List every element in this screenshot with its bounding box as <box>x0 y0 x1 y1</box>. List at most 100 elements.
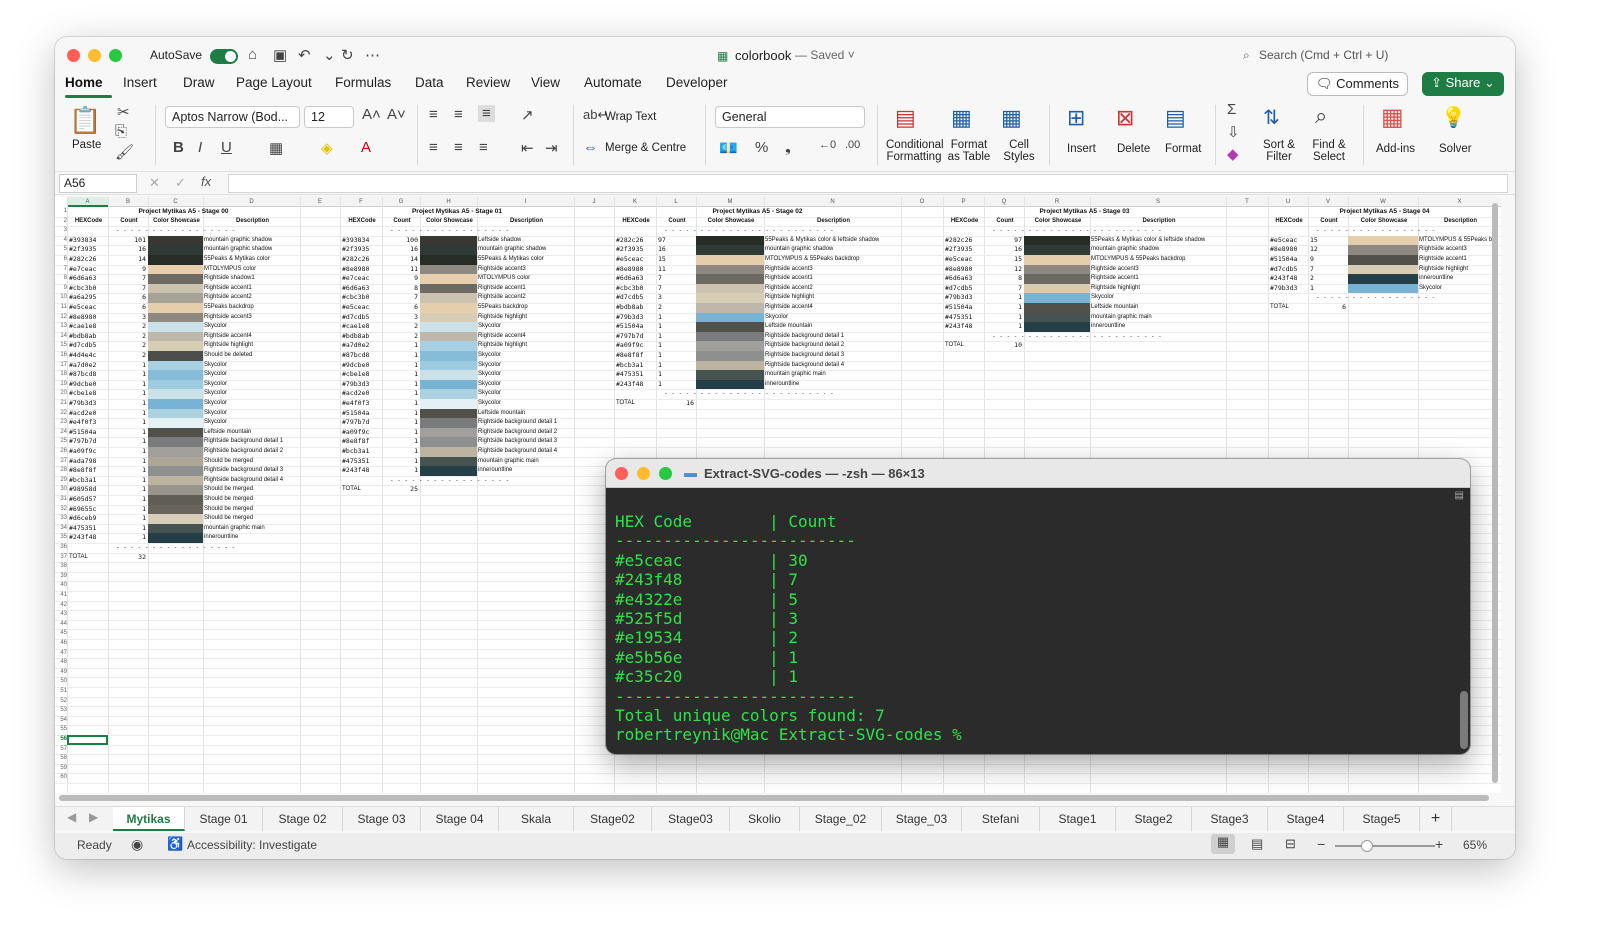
description-cell[interactable]: Rightside accent1 <box>1091 274 1139 284</box>
description-cell[interactable]: Skycolor <box>478 351 501 361</box>
column-header[interactable]: B <box>108 197 148 207</box>
row-header[interactable]: 1 <box>55 207 67 217</box>
terminal-menu-icon[interactable]: ▤ <box>1455 490 1464 501</box>
color-swatch[interactable] <box>1348 245 1418 255</box>
description-cell[interactable]: Skycolor <box>478 380 501 390</box>
zoom-out-icon[interactable]: − <box>1317 836 1325 852</box>
hex-cell[interactable]: #6d6a63 <box>342 284 369 294</box>
hex-cell[interactable]: #bdb8ab <box>342 332 369 342</box>
color-swatch[interactable] <box>148 514 203 524</box>
color-swatch[interactable] <box>148 504 203 515</box>
count-cell[interactable]: 1 <box>656 351 694 361</box>
description-cell[interactable]: Rightside background detail 4 <box>478 447 557 457</box>
row-header[interactable]: 7 <box>55 265 67 275</box>
hex-cell[interactable]: #79b3d3 <box>616 313 643 323</box>
column-header[interactable]: M <box>696 197 764 207</box>
column-header[interactable]: E <box>300 197 340 207</box>
color-swatch[interactable] <box>148 235 203 246</box>
count-cell[interactable]: 1 <box>108 457 146 467</box>
color-swatch[interactable] <box>148 485 203 495</box>
description-cell[interactable]: Skycolor <box>478 361 501 371</box>
redo-icon[interactable]: ↻ <box>341 46 354 64</box>
selected-cell[interactable] <box>67 735 108 745</box>
count-cell[interactable]: 7 <box>656 284 694 294</box>
row-header[interactable]: 42 <box>55 601 67 611</box>
color-swatch[interactable] <box>148 533 203 543</box>
menu-formulas[interactable]: Formulas <box>335 75 391 90</box>
description-cell[interactable]: Skycolor <box>478 370 501 380</box>
autosave-toggle[interactable] <box>210 49 238 64</box>
font-name-select[interactable]: Aptos Narrow (Bod... <box>165 106 300 128</box>
count-cell[interactable]: 9 <box>108 265 146 275</box>
hex-cell[interactable]: #8e8980 <box>342 265 369 275</box>
count-cell[interactable]: 1 <box>382 466 418 476</box>
hex-cell[interactable]: #e7ceac <box>69 265 96 275</box>
description-cell[interactable]: Rightside accent3 <box>204 313 252 323</box>
color-swatch[interactable] <box>1024 303 1090 313</box>
count-cell[interactable]: 1 <box>108 476 146 486</box>
merge-centre-button[interactable]: Merge & Centre <box>605 142 686 154</box>
accessibility-status[interactable]: Accessibility: Investigate <box>187 838 317 852</box>
description-cell[interactable]: Skycolor <box>1419 284 1442 294</box>
hex-cell[interactable]: #475351 <box>342 457 369 467</box>
row-header[interactable]: 9 <box>55 284 67 294</box>
count-cell[interactable]: 1 <box>382 361 418 371</box>
description-cell[interactable]: 55Peaks & Mytikas color & leftside shado… <box>1091 236 1205 246</box>
hex-cell[interactable]: #bdb8ab <box>69 332 96 342</box>
description-cell[interactable]: innerountline <box>204 533 238 543</box>
color-swatch[interactable] <box>420 303 477 313</box>
row-header[interactable]: 6 <box>55 255 67 265</box>
decrease-indent-icon[interactable]: ⇤ <box>521 139 534 157</box>
color-swatch[interactable] <box>420 447 477 457</box>
delete-cells-button[interactable]: Delete <box>1117 143 1150 155</box>
color-swatch[interactable] <box>420 466 477 476</box>
hex-cell[interactable]: #243f48 <box>945 322 972 332</box>
column-header[interactable]: I <box>477 197 574 207</box>
column-header[interactable]: C <box>148 197 203 207</box>
count-cell[interactable]: 2 <box>108 332 146 342</box>
hex-cell[interactable]: #e5ceac <box>616 255 643 265</box>
hex-cell[interactable]: #282c26 <box>69 255 96 265</box>
hex-cell[interactable]: #bdb8ab <box>616 303 643 313</box>
hex-cell[interactable]: #797b7d <box>616 332 643 342</box>
color-swatch[interactable] <box>420 264 477 275</box>
description-cell[interactable]: Rightside background detail 4 <box>204 476 283 486</box>
row-header[interactable]: 33 <box>55 514 67 524</box>
count-cell[interactable]: 1 <box>108 466 146 476</box>
count-cell[interactable]: 1 <box>108 418 146 428</box>
description-cell[interactable]: 55Peaks & Mytikas color <box>204 255 270 265</box>
hex-cell[interactable]: #a09f9c <box>342 428 369 438</box>
menu-developer[interactable]: Developer <box>666 75 728 90</box>
count-cell[interactable]: 1 <box>656 322 694 332</box>
hex-cell[interactable]: #9dcbe0 <box>342 361 369 371</box>
color-swatch[interactable] <box>148 466 203 476</box>
color-swatch[interactable] <box>1024 283 1090 294</box>
row-header[interactable]: 40 <box>55 581 67 591</box>
color-swatch[interactable] <box>148 283 203 294</box>
dropdown-icon[interactable]: ⌄ <box>323 46 336 64</box>
menu-view[interactable]: View <box>531 75 560 90</box>
row-header[interactable]: 12 <box>55 313 67 323</box>
color-swatch[interactable] <box>148 418 203 428</box>
hex-cell[interactable]: #e7ceac <box>342 274 369 284</box>
color-swatch[interactable] <box>420 312 477 323</box>
row-header[interactable]: 3 <box>55 226 67 236</box>
row-header[interactable]: 27 <box>55 457 67 467</box>
description-cell[interactable]: 55Peaks backdrop <box>478 303 528 313</box>
color-swatch[interactable] <box>696 235 764 246</box>
count-cell[interactable]: 1 <box>656 370 694 380</box>
description-cell[interactable]: Rightside accent3 <box>1091 265 1139 275</box>
column-header[interactable]: H <box>420 197 477 207</box>
count-cell[interactable]: 9 <box>1308 255 1346 265</box>
count-cell[interactable]: 7 <box>108 284 146 294</box>
hex-cell[interactable]: #282c26 <box>616 236 643 246</box>
total-value[interactable]: 25 <box>382 485 418 495</box>
saved-status[interactable]: — Saved ˅ <box>795 48 855 62</box>
description-cell[interactable]: Rightside accent3 <box>765 265 813 275</box>
row-header[interactable]: 17 <box>55 361 67 371</box>
decrease-font-icon[interactable]: A˅ <box>387 106 406 123</box>
hex-cell[interactable]: #cbc3b0 <box>342 293 369 303</box>
hex-cell[interactable]: #393834 <box>342 236 369 246</box>
sheet-tab[interactable]: Stage03 <box>652 807 730 831</box>
percent-icon[interactable]: % <box>755 139 768 156</box>
